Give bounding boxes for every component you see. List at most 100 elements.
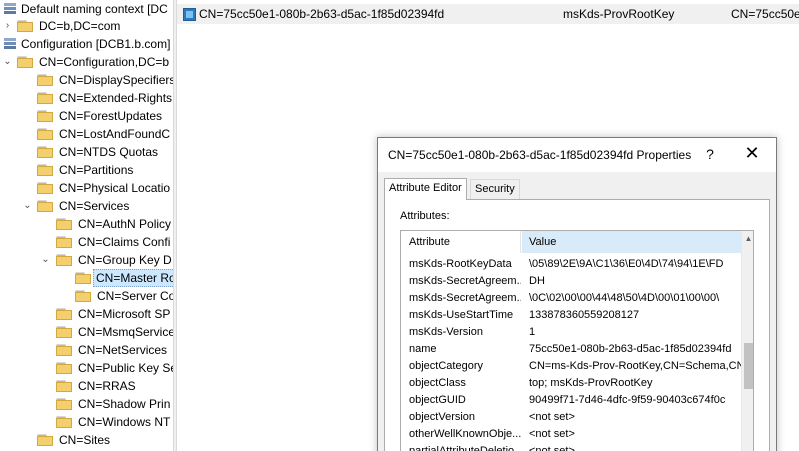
folder-icon: [75, 272, 91, 284]
tree-item-services[interactable]: ⌄ CN=Services: [0, 197, 173, 215]
attribute-row[interactable]: objectCategory CN=ms-Kds-Prov-RootKey,CN=…: [401, 358, 741, 375]
attribute-row[interactable]: msKds-UseStartTime 133878360559208127: [401, 307, 741, 324]
attribute-row[interactable]: objectVersion <not set>: [401, 409, 741, 426]
attribute-name: objectGUID: [409, 394, 466, 406]
tree-item[interactable]: CN=Windows NT: [0, 413, 173, 431]
tree-item[interactable]: CN=NTDS Quotas: [0, 143, 173, 161]
tree-item[interactable]: CN=Extended-Rights: [0, 89, 173, 107]
folder-icon: [56, 416, 72, 428]
tree-item-sites[interactable]: CN=Sites: [0, 431, 173, 449]
tree-item-label: CN=NTDS Quotas: [59, 145, 159, 159]
tree-item-label: CN=Sites: [59, 433, 111, 447]
tree-item-configuration[interactable]: Configuration [DCB1.b.com]: [0, 35, 173, 53]
folder-icon: [37, 92, 53, 104]
tree-item-label: CN=LostAndFoundC: [59, 127, 171, 141]
tree-item-label: CN=Server Co: [97, 289, 173, 303]
tree-item-configuration-node[interactable]: ⌄ CN=Configuration,DC=b: [0, 53, 173, 71]
column-header-attribute[interactable]: Attribute: [401, 231, 521, 253]
attribute-row[interactable]: msKds-SecretAgreem... \0C\02\00\00\44\48\…: [401, 290, 741, 307]
tree-item[interactable]: CN=RRAS: [0, 377, 173, 395]
tree-item[interactable]: CN=MsmqService: [0, 323, 173, 341]
attribute-row[interactable]: objectGUID 90499f71-7d46-4dfc-9f59-90403c…: [401, 392, 741, 409]
chevron-down-icon[interactable]: ⌄: [41, 251, 50, 269]
tree-item-label: CN=AuthN Policy: [78, 217, 172, 231]
tree-item-label: CN=Public Key Se: [78, 361, 173, 375]
folder-icon: [56, 218, 72, 230]
attribute-value: <not set>: [529, 411, 575, 423]
list-item[interactable]: CN=75cc50e1-080b-2b63-d5ac-1f85d02394fd …: [177, 4, 799, 24]
tree-item-label: CN=Microsoft SP: [78, 307, 171, 321]
tree-item-default-naming-context[interactable]: Default naming context [DC: [0, 0, 173, 18]
folder-icon: [56, 236, 72, 248]
close-button[interactable]: ✕: [744, 144, 760, 162]
attribute-row[interactable]: otherWellKnownObje... <not set>: [401, 426, 741, 443]
tree-item-group-key-distribution[interactable]: ⌄ CN=Group Key D: [0, 251, 173, 269]
attributes-label: Attributes:: [400, 210, 450, 222]
tree-item[interactable]: CN=Partitions: [0, 161, 173, 179]
folder-icon: [56, 344, 72, 356]
attribute-value: CN=ms-Kds-Prov-RootKey,CN=Schema,CN=: [529, 360, 741, 372]
tree-pane: Default naming context [DC › DC=b,DC=com…: [0, 0, 173, 451]
chevron-right-icon[interactable]: ›: [3, 17, 12, 35]
vertical-scrollbar[interactable]: ▲: [741, 231, 753, 451]
attribute-value: \05\89\2E\9A\C1\36\E0\4D\74\94\1E\FD: [529, 258, 724, 270]
folder-icon: [37, 200, 53, 212]
folder-icon: [37, 182, 53, 194]
tree-item[interactable]: CN=Shadow Prin: [0, 395, 173, 413]
list-item-name: CN=75cc50e1-080b-2b63-d5ac-1f85d02394fd: [199, 7, 445, 21]
tree-item-label: CN=Master Ro: [93, 269, 173, 287]
tab-attribute-editor[interactable]: Attribute Editor: [384, 178, 467, 200]
folder-icon: [37, 128, 53, 140]
folder-icon: [56, 398, 72, 410]
list-item-dn: CN=75cc50e: [731, 7, 799, 21]
attribute-row[interactable]: name 75cc50e1-080b-2b63-d5ac-1f85d02394fd: [401, 341, 741, 358]
dialog-titlebar[interactable]: CN=75cc50e1-080b-2b63-d5ac-1f85d02394fd …: [378, 138, 776, 172]
tree-item[interactable]: CN=AuthN Policy: [0, 215, 173, 233]
tree-item-label: CN=Configuration,DC=b: [39, 55, 170, 69]
tab-security[interactable]: Security: [470, 179, 520, 199]
tree-item[interactable]: CN=Claims Confi: [0, 233, 173, 251]
attribute-row[interactable]: partialAttributeDeletio... <not set>: [401, 443, 741, 451]
tree-item[interactable]: CN=LostAndFoundC: [0, 125, 173, 143]
scrollbar-thumb[interactable]: [744, 343, 753, 389]
attribute-name: name: [409, 343, 437, 355]
tree-item-master-root-keys[interactable]: CN=Master Ro: [0, 269, 173, 287]
tree-item[interactable]: CN=DisplaySpecifiers: [0, 71, 173, 89]
attribute-row[interactable]: msKds-Version 1: [401, 324, 741, 341]
attribute-row[interactable]: msKds-RootKeyData \05\89\2E\9A\C1\36\E0\4…: [401, 256, 741, 273]
attributes-list[interactable]: Attribute Value msKds-RootKeyData \05\89\…: [400, 230, 754, 451]
folder-icon: [37, 434, 53, 446]
attribute-value: <not set>: [529, 428, 575, 440]
attribute-name: msKds-RootKeyData: [409, 258, 512, 270]
scroll-up-icon[interactable]: ▲: [742, 231, 753, 247]
chevron-down-icon[interactable]: ⌄: [3, 53, 12, 71]
tree-item-label: Default naming context [DC: [21, 2, 168, 16]
attribute-value: <not set>: [529, 445, 575, 451]
tree-item-label: CN=Physical Locatio: [59, 181, 171, 195]
list-item-class: msKds-ProvRootKey: [563, 7, 675, 21]
tree-item[interactable]: CN=Physical Locatio: [0, 179, 173, 197]
tree-item-label: CN=DisplaySpecifiers: [59, 73, 173, 87]
tree-item-domain[interactable]: › DC=b,DC=com: [0, 17, 173, 35]
folder-icon: [37, 164, 53, 176]
attribute-row[interactable]: objectClass top; msKds-ProvRootKey: [401, 375, 741, 392]
attribute-name: otherWellKnownObje...: [409, 428, 521, 440]
tree-item[interactable]: CN=ForestUpdates: [0, 107, 173, 125]
help-button[interactable]: ?: [703, 146, 717, 162]
tree-item-label: CN=MsmqService: [78, 325, 173, 339]
attribute-value: 75cc50e1-080b-2b63-d5ac-1f85d02394fd: [529, 343, 732, 355]
folder-icon: [17, 20, 33, 32]
attribute-name: msKds-SecretAgreem...: [409, 292, 521, 304]
tree-item[interactable]: CN=NetServices: [0, 341, 173, 359]
tree-item-label: CN=NetServices: [78, 343, 168, 357]
tree-item[interactable]: CN=Public Key Se: [0, 359, 173, 377]
column-header-value[interactable]: Value: [522, 231, 741, 253]
tree-item[interactable]: CN=Microsoft SP: [0, 305, 173, 323]
folder-icon: [56, 308, 72, 320]
chevron-down-icon[interactable]: ⌄: [23, 197, 32, 215]
attribute-row[interactable]: msKds-SecretAgreem... DH: [401, 273, 741, 290]
tree-item[interactable]: CN=Server Co: [0, 287, 173, 305]
attribute-value: DH: [529, 275, 545, 287]
attribute-name: objectClass: [409, 377, 466, 389]
properties-dialog: CN=75cc50e1-080b-2b63-d5ac-1f85d02394fd …: [377, 137, 777, 451]
